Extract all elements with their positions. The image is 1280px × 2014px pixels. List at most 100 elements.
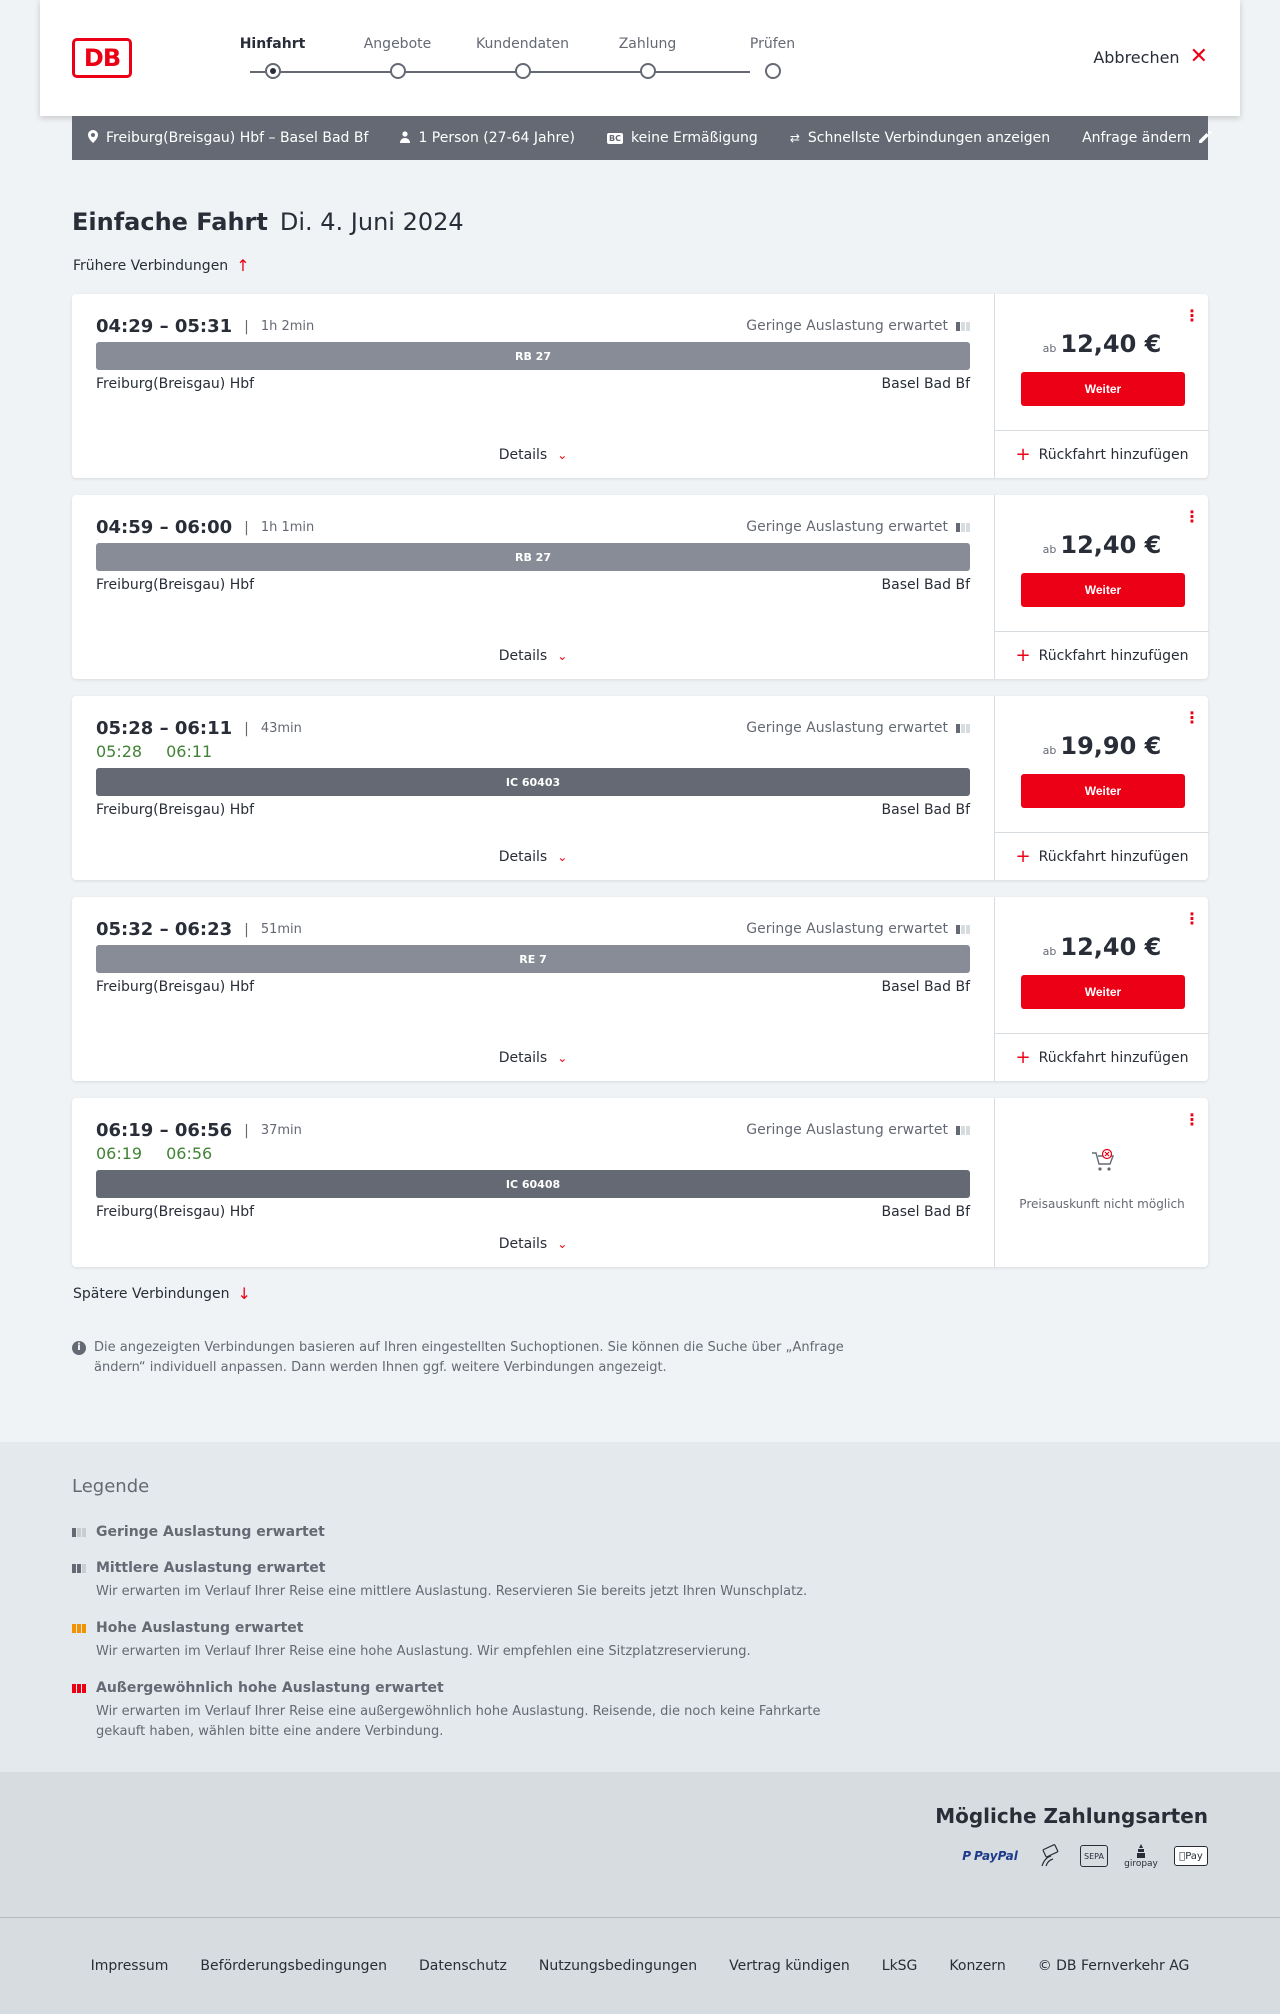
stations: Freiburg(Breisgau) Hbf Basel Bad Bf — [96, 1204, 970, 1220]
add-return-trip-button[interactable]: + Rückfahrt hinzufügen — [995, 832, 1209, 880]
details-label: Details — [498, 1236, 548, 1252]
connection-info: 05:28 – 06:11 | 43min 05:28 06:11 Geringe Aus… — [72, 696, 994, 880]
destination-station: Basel Bad Bf — [881, 1204, 970, 1220]
legend-section: Legende Geringe Auslastung erwartet Mitt… — [0, 1442, 1280, 1772]
earlier-connections-link[interactable]: Frühere Verbindungen ↑ — [73, 256, 250, 275]
price-prefix: ab — [1042, 945, 1057, 958]
chevron-down-icon: ⌄ — [557, 1051, 568, 1065]
connection-info: 04:59 – 06:00 | 1h 1min Geringe Auslastung … — [72, 495, 994, 679]
departure-arrival-time: 05:32 – 06:23 — [96, 919, 233, 940]
later-connections-link[interactable]: Spätere Verbindungen ↓ — [73, 1284, 251, 1303]
details-toggle[interactable]: Details ⌄ — [72, 849, 994, 865]
more-options-icon[interactable]: ⋮ — [1184, 308, 1200, 324]
footer-link-vertrag-kuendigen[interactable]: Vertrag kündigen — [729, 1958, 850, 1974]
details-toggle[interactable]: Details ⌄ — [72, 1236, 994, 1252]
change-request-button[interactable]: Anfrage ändern — [1082, 130, 1212, 146]
connection-card: 06:19 – 06:56 | 37min 06:19 06:56 Geringe Aus… — [72, 1098, 1208, 1267]
details-toggle[interactable]: Details ⌄ — [72, 447, 994, 463]
footer-link-nutzungsbedingungen[interactable]: Nutzungsbedingungen — [539, 1958, 697, 1974]
more-options-icon[interactable]: ⋮ — [1184, 710, 1200, 726]
occupancy-low-icon — [72, 1527, 88, 1537]
continue-button[interactable]: Weiter — [1021, 372, 1185, 406]
train-bar: IC 60408 — [96, 1170, 970, 1198]
page-title: Einfache Fahrt Di. 4. Juni 2024 — [72, 208, 464, 236]
details-toggle[interactable]: Details ⌄ — [72, 1050, 994, 1066]
footer-link-datenschutz[interactable]: Datenschutz — [419, 1958, 507, 1974]
occupancy-low-icon — [956, 924, 970, 934]
step-dot — [265, 63, 281, 79]
train-bar: IC 60403 — [96, 768, 970, 796]
swap-arrows-icon: ⇄ — [789, 131, 800, 145]
travel-duration: 37min — [260, 1123, 302, 1138]
details-label: Details — [498, 447, 548, 463]
continue-button[interactable]: Weiter — [1021, 774, 1185, 808]
details-label: Details — [498, 648, 548, 664]
connection-times: 04:29 – 05:31 | 1h 2min — [96, 316, 315, 337]
step-hinfahrt: Hinfahrt — [210, 36, 335, 79]
stations: Freiburg(Breisgau) Hbf Basel Bad Bf — [96, 577, 970, 593]
continue-button[interactable]: Weiter — [1021, 573, 1185, 607]
person-icon — [400, 130, 411, 146]
continue-button[interactable]: Weiter — [1021, 975, 1185, 1009]
legend-description: Wir erwarten im Verlauf Ihrer Reise eine… — [96, 1644, 751, 1659]
plus-icon: + — [1015, 846, 1031, 867]
chevron-down-icon: ⌄ — [557, 850, 568, 864]
change-request-label: Anfrage ändern — [1082, 130, 1192, 146]
legend-item-extreme: Außergewöhnlich hohe Auslastung erwartet… — [72, 1680, 872, 1742]
travel-duration: 51min — [260, 922, 302, 937]
page-header: DB Hinfahrt Angebote Kundendaten Zahlung… — [40, 0, 1240, 116]
price-value: 12,40 € — [1060, 531, 1162, 559]
db-logo[interactable]: DB — [72, 38, 132, 78]
connection-card: 05:28 – 06:11 | 43min 05:28 06:11 Geringe Aus… — [72, 696, 1209, 880]
occupancy-low-icon — [956, 1125, 970, 1135]
add-return-trip-button[interactable]: + Rückfahrt hinzufügen — [995, 1033, 1209, 1081]
info-note: i Die angezeigten Verbindungen basieren … — [72, 1338, 862, 1378]
realtime-departure: 05:28 — [96, 742, 143, 761]
cancel-button[interactable]: Abbrechen ✕ — [1093, 46, 1208, 68]
more-options-icon[interactable]: ⋮ — [1184, 1112, 1200, 1128]
occupancy-info: Geringe Auslastung erwartet — [746, 1122, 970, 1138]
legend-title: Legende — [72, 1476, 150, 1497]
travel-duration: 1h 2min — [260, 319, 315, 334]
connection-card: 04:59 – 06:00 | 1h 1min Geringe Auslastung … — [72, 495, 1209, 679]
plus-icon: + — [1015, 1047, 1031, 1068]
footer-link-impressum[interactable]: Impressum — [91, 1958, 169, 1974]
payment-methods-section: Mögliche Zahlungsarten P PayPal SEPA giro… — [0, 1772, 1280, 1918]
train-name: IC 60403 — [505, 775, 561, 789]
payment-icons: PPayPal SEPA giropay Pay — [960, 1842, 1208, 1870]
more-options-icon[interactable]: ⋮ — [1184, 509, 1200, 525]
step-dot — [640, 63, 656, 79]
info-text: Die angezeigten Verbindungen basieren au… — [94, 1340, 844, 1375]
stations: Freiburg(Breisgau) Hbf Basel Bad Bf — [96, 979, 970, 995]
legend-item-medium: Mittlere Auslastung erwartet Wir erwarte… — [72, 1560, 872, 1602]
realtime-times: 06:19 06:56 — [96, 1144, 212, 1163]
more-options-icon[interactable]: ⋮ — [1184, 911, 1200, 927]
occupancy-medium-icon — [72, 1563, 88, 1573]
legend-label: Hohe Auslastung erwartet — [96, 1620, 304, 1636]
travel-duration: 1h 1min — [260, 520, 315, 535]
trip-date: Di. 4. Juni 2024 — [279, 208, 464, 236]
footer-link-konzern[interactable]: Konzern — [949, 1958, 1005, 1974]
train-bar: RE 7 — [96, 945, 970, 973]
add-return-trip-button[interactable]: + Rückfahrt hinzufügen — [995, 430, 1209, 478]
origin-station: Freiburg(Breisgau) Hbf — [96, 802, 255, 818]
discount-summary: BC keine Ermäßigung — [607, 130, 758, 146]
search-option-summary: ⇄ Schnellste Verbindungen anzeigen — [790, 130, 1050, 146]
step-zahlung: Zahlung — [585, 36, 710, 79]
info-icon: i — [72, 1341, 86, 1355]
stations: Freiburg(Breisgau) Hbf Basel Bad Bf — [96, 802, 970, 818]
footer: Impressum Beförderungsbedingungen Datens… — [0, 1918, 1280, 2014]
occupancy-text: Geringe Auslastung erwartet — [746, 519, 948, 535]
add-return-trip-button[interactable]: + Rückfahrt hinzufügen — [995, 631, 1209, 679]
destination-station: Basel Bad Bf — [881, 376, 970, 392]
route-text: Freiburg(Breisgau) Hbf – Basel Bad Bf — [106, 130, 369, 146]
departure-arrival-time: 04:59 – 06:00 — [96, 517, 233, 538]
details-toggle[interactable]: Details ⌄ — [72, 648, 994, 664]
paypal-icon: P PayPal — [962, 1849, 1018, 1863]
occupancy-text: Geringe Auslastung erwartet — [746, 720, 948, 736]
price-value: 12,40 € — [1060, 330, 1162, 358]
departure-arrival-time: 04:29 – 05:31 — [96, 316, 233, 337]
footer-link-lksg[interactable]: LkSG — [882, 1958, 918, 1974]
trip-type: Einfache Fahrt — [72, 208, 268, 236]
footer-link-befoerderungsbedingungen[interactable]: Beförderungsbedingungen — [200, 1958, 387, 1974]
